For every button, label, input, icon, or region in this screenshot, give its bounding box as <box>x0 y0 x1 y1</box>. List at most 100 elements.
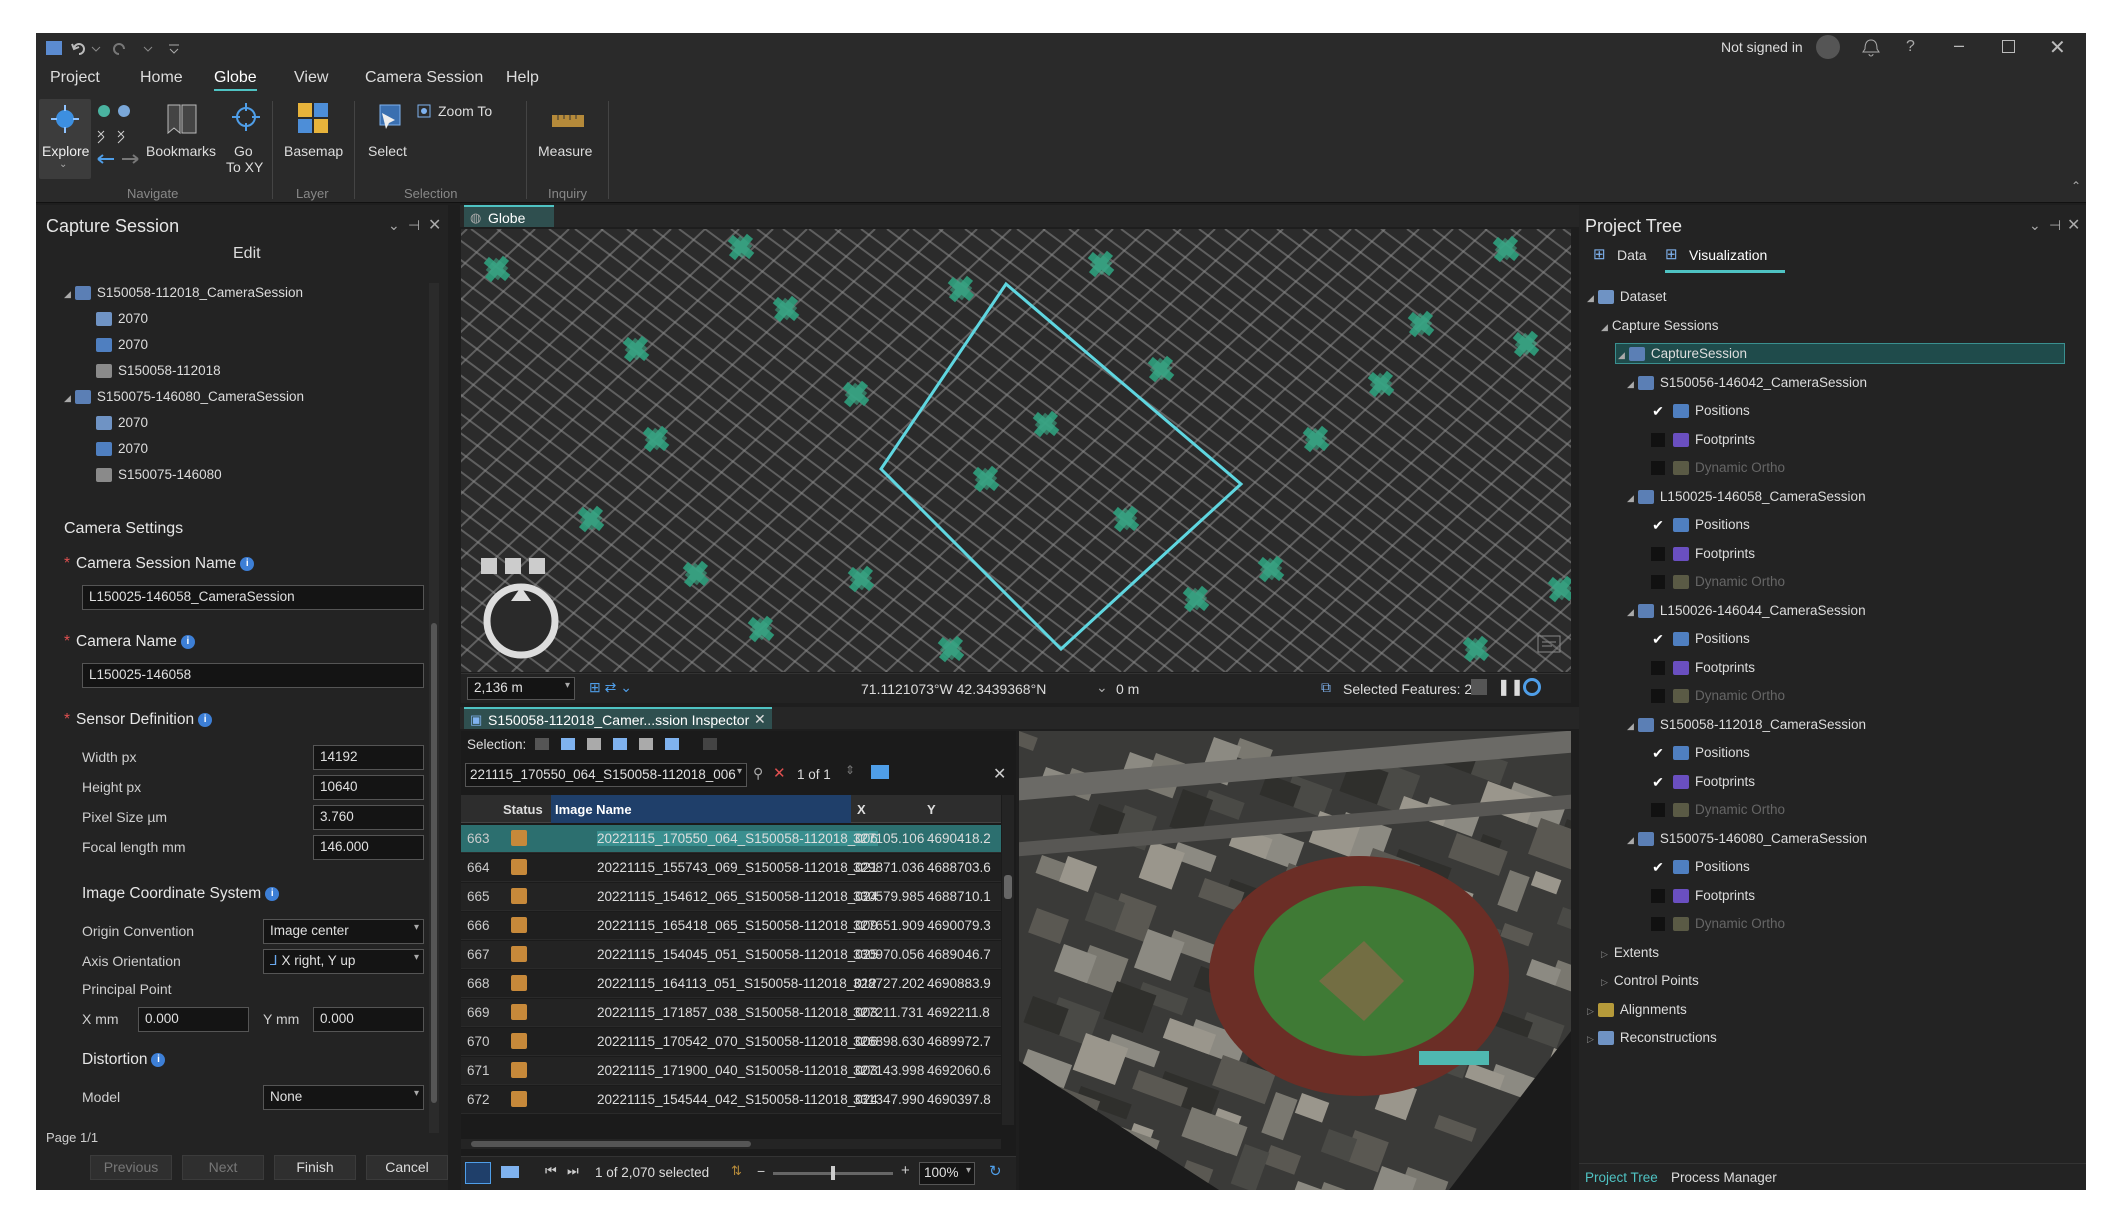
close-search-icon[interactable]: ✕ <box>993 764 1006 784</box>
tree-positions-layer[interactable]: ✔ Positions <box>1651 403 1750 419</box>
checkbox[interactable] <box>1651 803 1665 818</box>
tree-footprints-layer[interactable]: Footprints <box>1651 660 1755 675</box>
height-input[interactable]: 10640 <box>313 775 424 800</box>
selected-features-count[interactable]: Selected Features: 2 <box>1343 681 1472 697</box>
image-viewer[interactable] <box>1019 731 1571 1190</box>
table-row[interactable]: 668 20221115_164113_051_S150058-112018_01… <box>461 970 1001 998</box>
cancel-button[interactable]: Cancel <box>366 1155 448 1180</box>
capture-tree-item[interactable]: 2070 <box>96 311 148 327</box>
capture-tree-item[interactable]: 2070 <box>96 337 148 353</box>
zoom-select[interactable]: 100% ▾ <box>919 1162 975 1185</box>
table-row[interactable]: 667 20221115_154045_051_S150058-112018_02… <box>461 941 1001 969</box>
navigation-mode-icon[interactable]: ⊞ ⇄ ⌄ <box>589 679 632 696</box>
panel-menu-icon[interactable]: ⌄ <box>2029 217 2041 234</box>
chat-icon[interactable] <box>1536 634 1562 658</box>
coords-dropdown-icon[interactable]: ⌄ <box>1096 679 1108 696</box>
close-panel-icon[interactable]: ✕ <box>428 215 441 235</box>
clear-selection-icon[interactable] <box>1471 679 1487 695</box>
model-select[interactable]: None ▾ <box>263 1085 424 1110</box>
search-image-input[interactable]: 221115_170550_064_S150058-112018_006 ▾ <box>465 763 747 787</box>
axis-orientation-select[interactable]: ⅃ X right, Y up ▾ <box>263 949 424 974</box>
table-row[interactable]: 665 20221115_154612_065_S150058-112018_02… <box>461 883 1001 911</box>
y-mm-input[interactable]: 0.000 <box>313 1007 424 1032</box>
camera-session-name-input[interactable]: L150025-146058_CameraSession <box>82 585 424 610</box>
checkbox[interactable] <box>1651 575 1665 590</box>
last-record-icon[interactable]: ⏭ <box>567 1163 579 1179</box>
checkbox[interactable]: ✔ <box>1651 775 1665 789</box>
tab-help[interactable]: Help <box>506 69 539 87</box>
close-panel-icon[interactable]: ✕ <box>2067 215 2080 235</box>
checkbox[interactable]: ✔ <box>1651 632 1665 646</box>
finish-button[interactable]: Finish <box>274 1155 356 1180</box>
table-row[interactable]: 670 20221115_170542_070_S150058-112018_00… <box>461 1028 1001 1056</box>
search-icon[interactable]: ⚲ <box>753 765 763 782</box>
table-scrollbar[interactable] <box>1002 795 1014 1125</box>
table-row[interactable]: 666 20221115_165418_065_S150058-112018_00… <box>461 912 1001 940</box>
signed-in-status[interactable]: Not signed in <box>1721 39 1803 55</box>
go-to-xy-button[interactable]: Go To XY <box>224 99 268 179</box>
quick-access-icons[interactable] <box>44 39 194 59</box>
table-row[interactable]: 663 20221115_170550_064_S150058-112018_00… <box>461 825 1001 853</box>
width-input[interactable]: 14192 <box>313 745 424 770</box>
column-status[interactable]: Status <box>503 802 543 817</box>
pause-icon[interactable]: ❚❚ <box>1497 677 1524 697</box>
capture-tree-item[interactable]: ◢ S150075-146080_CameraSession <box>64 389 304 405</box>
camera-name-input[interactable]: L150025-146058 <box>82 663 424 688</box>
capture-tree-item[interactable]: 2070 <box>96 415 148 431</box>
capture-tree-item[interactable]: ◢ S150058-112018_CameraSession <box>64 285 303 301</box>
column-image-name[interactable]: Image Name <box>551 795 851 823</box>
basemap-button[interactable]: Basemap <box>280 99 346 179</box>
table-row[interactable]: 669 20221115_171857_038_S150058-112018_00… <box>461 999 1001 1027</box>
tree-positions-layer[interactable]: ✔ Positions <box>1651 859 1750 875</box>
tab-view[interactable]: View <box>294 69 328 87</box>
table-view-icon[interactable] <box>465 1162 491 1184</box>
tree-capture-sessions[interactable]: ◢ Capture Sessions <box>1601 318 1718 333</box>
checkbox[interactable]: ✔ <box>1651 746 1665 760</box>
column-x[interactable]: X <box>857 802 866 817</box>
globe-map[interactable] <box>461 229 1571 672</box>
sort-icon[interactable]: ⇅ <box>731 1163 742 1179</box>
checkbox[interactable]: ✔ <box>1651 404 1665 418</box>
checkbox[interactable] <box>1651 546 1665 561</box>
tree-camera-session[interactable]: ◢ L150025-146058_CameraSession <box>1627 489 1866 504</box>
list-view-icon[interactable] <box>871 765 889 779</box>
panel-scrollbar[interactable] <box>429 283 439 1133</box>
tab-process-manager[interactable]: Process Manager <box>1671 1170 1777 1185</box>
zoom-to-button[interactable]: Zoom To <box>416 101 506 123</box>
checkbox[interactable] <box>1651 432 1665 447</box>
table-hscrollbar[interactable] <box>461 1139 1001 1149</box>
origin-convention-select[interactable]: Image center ▾ <box>263 919 424 944</box>
tree-footprints-layer[interactable]: Footprints <box>1651 546 1755 561</box>
tab-project[interactable]: Project <box>50 69 100 87</box>
zoom-in-icon[interactable]: + <box>901 1162 910 1179</box>
minimize-icon[interactable]: – <box>1954 35 1964 56</box>
capture-tree-item[interactable]: 2070 <box>96 441 148 457</box>
first-record-icon[interactable]: ⏮ <box>545 1163 557 1179</box>
focal-length-input[interactable]: 146.000 <box>313 835 424 860</box>
tree-positions-layer[interactable]: ✔ Positions <box>1651 631 1750 647</box>
tree-camera-session[interactable]: ◢ L150026-146044_CameraSession <box>1627 603 1866 618</box>
clear-search-icon[interactable]: ✕ <box>773 764 786 782</box>
tab-project-tree[interactable]: Project Tree <box>1585 1170 1658 1185</box>
bell-icon[interactable] <box>1861 37 1881 59</box>
tree-positions-layer[interactable]: ✔ Positions <box>1651 517 1750 533</box>
tab-globe-view[interactable]: ◍ Globe <box>464 205 554 227</box>
close-window-icon[interactable]: ✕ <box>2049 35 2066 60</box>
next-button[interactable]: Next <box>182 1155 264 1180</box>
tree-control-points[interactable]: ▷ Control Points <box>1601 973 1699 988</box>
tree-dynamic-ortho-layer[interactable]: Dynamic Ortho <box>1651 574 1785 590</box>
pin-icon[interactable]: ⊣ <box>2049 217 2061 234</box>
tree-dynamic-ortho-layer[interactable]: Dynamic Ortho <box>1651 916 1785 932</box>
sync-icon[interactable]: ↻ <box>989 1162 1002 1180</box>
maximize-icon[interactable] <box>2002 40 2015 53</box>
navigator-icon[interactable] <box>479 575 563 665</box>
selection-tool-icons[interactable] <box>533 735 733 755</box>
tree-footprints-layer[interactable]: Footprints <box>1651 432 1755 447</box>
detail-view-icon[interactable] <box>501 1166 519 1178</box>
refresh-icon[interactable] <box>1523 678 1541 696</box>
tree-alignments[interactable]: ▷ Alignments <box>1587 1002 1687 1017</box>
checkbox[interactable] <box>1651 461 1665 476</box>
zoom-slider[interactable] <box>773 1166 893 1180</box>
help-icon[interactable]: ? <box>1906 38 1915 56</box>
tab-home[interactable]: Home <box>140 69 183 87</box>
